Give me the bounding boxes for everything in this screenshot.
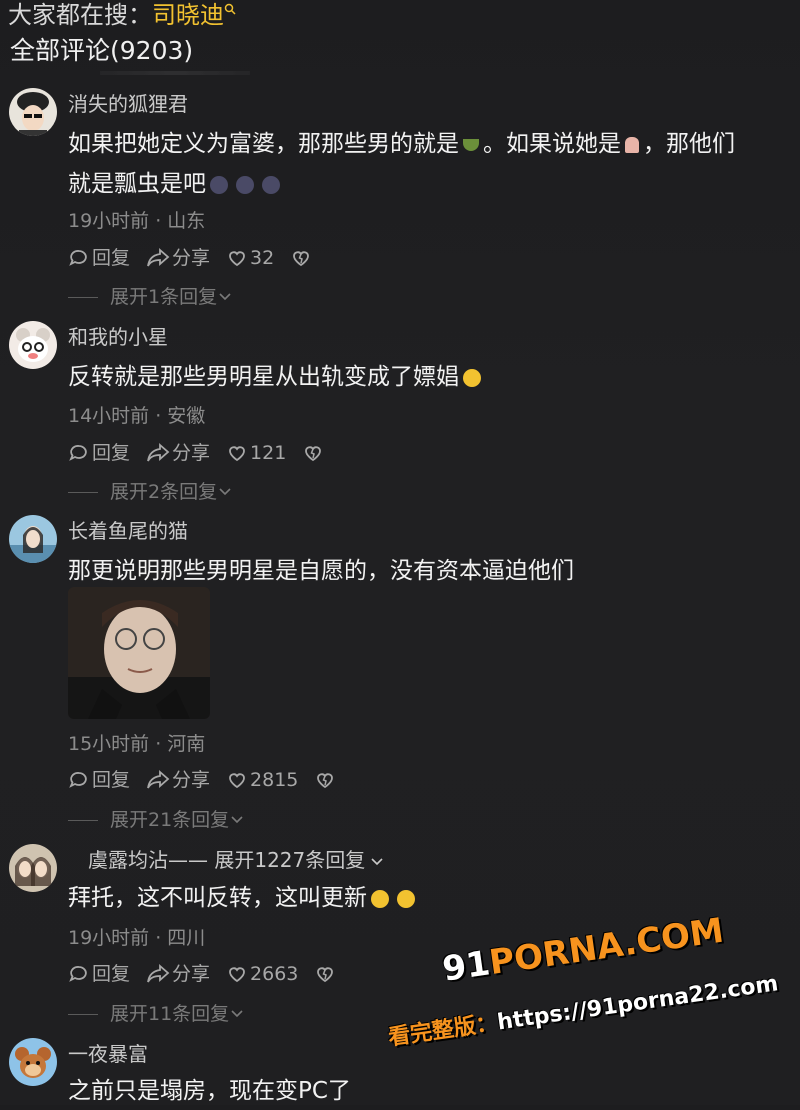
comment-meta: 15小时前 · 河南: [68, 733, 206, 755]
dislike-button[interactable]: [302, 442, 326, 464]
avatar[interactable]: [9, 515, 57, 563]
heart-icon: [229, 446, 245, 462]
username[interactable]: 和我的小星: [68, 323, 168, 351]
avatar[interactable]: [9, 844, 57, 892]
hot-search-prefix: 大家都在搜：: [8, 1, 152, 29]
share-icon: [147, 248, 170, 267]
broken-heart-icon: [293, 251, 310, 267]
reply-button[interactable]: 回复: [68, 439, 130, 467]
share-button[interactable]: 分享: [146, 439, 210, 467]
comment-text: 如果把她定义为富婆，那那些男的就是 。如果说她是 ，那他们: [68, 131, 735, 157]
comment-meta: 19小时前 · 山东: [68, 210, 206, 232]
heart-icon: [229, 967, 245, 983]
like-button[interactable]: 2663: [226, 960, 298, 988]
share-icon: [147, 770, 170, 789]
dizzy-face-emoji-icon: [463, 368, 481, 387]
chevron-down-icon: [231, 816, 243, 824]
like-button[interactable]: 32: [226, 244, 274, 272]
comment-text: 反转就是那些男明星从出轨变成了嫖娼: [68, 358, 485, 396]
comment-actions: 回复 分享 32: [68, 244, 330, 272]
reply-button[interactable]: 回复: [68, 960, 130, 988]
comment-actions: 回复 分享 121: [68, 439, 342, 467]
username[interactable]: 一夜暴富: [68, 1040, 148, 1068]
share-icon: [147, 443, 170, 462]
heart-icon: [229, 773, 245, 789]
dislike-button[interactable]: [290, 247, 314, 269]
reply-button[interactable]: 回复: [68, 766, 130, 794]
hot-search-keyword[interactable]: 司晓迪: [152, 1, 224, 29]
share-button[interactable]: 分享: [146, 960, 210, 988]
expand-replies[interactable]: 展开21条回复: [68, 807, 245, 833]
comment-meta: 14小时前 · 安徽: [68, 405, 206, 427]
share-icon: [147, 964, 170, 983]
comment-text: 之前只是塌房，现在变PC了: [68, 1078, 351, 1104]
comments-count-title: 全部评论(9203): [10, 36, 194, 65]
chevron-down-icon: [371, 857, 383, 865]
reply-icon: [69, 966, 87, 982]
comment-text-line2: 就是瓢虫是吧: [68, 165, 284, 203]
grimace-emoji-icon: [371, 889, 389, 908]
comment-text: 那更说明那些男明星是自愿的，没有资本逼迫他们: [68, 558, 574, 584]
faded-divider: [100, 71, 250, 75]
reply-button[interactable]: 回复: [68, 244, 130, 272]
bowl-emoji-icon: [463, 138, 479, 151]
chevron-down-icon: [231, 1010, 243, 1018]
reply-icon: [69, 772, 87, 788]
dislike-button[interactable]: [314, 769, 338, 791]
like-button[interactable]: 2815: [226, 766, 298, 794]
comment-actions: 回复 分享 2815: [68, 766, 354, 794]
avatar[interactable]: [9, 1038, 57, 1086]
building-emoji-icon: [625, 136, 639, 153]
reply-icon: [69, 250, 87, 266]
avatar[interactable]: [9, 88, 57, 136]
comment-actions: 回复 分享 2663: [68, 960, 354, 988]
expand-replies[interactable]: 展开11条回复: [68, 1001, 245, 1027]
avatar[interactable]: [9, 321, 57, 369]
username[interactable]: 长着鱼尾的猫: [68, 517, 188, 545]
chevron-down-icon: [219, 293, 231, 301]
heart-icon: [229, 251, 245, 267]
username-row: 虞露均沾—— 展开1227条回复: [88, 846, 385, 874]
username[interactable]: 消失的狐狸君: [68, 90, 188, 118]
dislike-button[interactable]: [314, 963, 338, 985]
broken-heart-icon: [305, 446, 322, 462]
expand-replies[interactable]: 展开2条回复: [68, 479, 233, 505]
comment-image[interactable]: [68, 587, 210, 719]
broken-heart-icon: [317, 773, 334, 789]
share-button[interactable]: 分享: [146, 766, 210, 794]
reply-icon: [69, 445, 87, 461]
username[interactable]: 虞露均沾: [88, 848, 168, 872]
bug-emoji-icon: [236, 175, 254, 194]
bug-emoji-icon: [210, 175, 228, 194]
broken-heart-icon: [317, 967, 334, 983]
comment-text: 拜托，这不叫反转，这叫更新: [68, 879, 419, 917]
grimace-emoji-icon: [397, 889, 415, 908]
share-button[interactable]: 分享: [146, 244, 210, 272]
expand-replies[interactable]: 展开1条回复: [68, 284, 233, 310]
like-button[interactable]: 121: [226, 439, 286, 467]
comment-meta: 19小时前 · 四川: [68, 927, 206, 949]
chevron-down-icon: [219, 488, 231, 496]
hot-search-bar[interactable]: 大家都在搜：司晓迪: [8, 0, 236, 34]
expand-replies-inline[interactable]: —— 展开1227条回复: [168, 848, 365, 872]
search-icon[interactable]: [224, 3, 236, 15]
bug-emoji-icon: [262, 175, 280, 194]
